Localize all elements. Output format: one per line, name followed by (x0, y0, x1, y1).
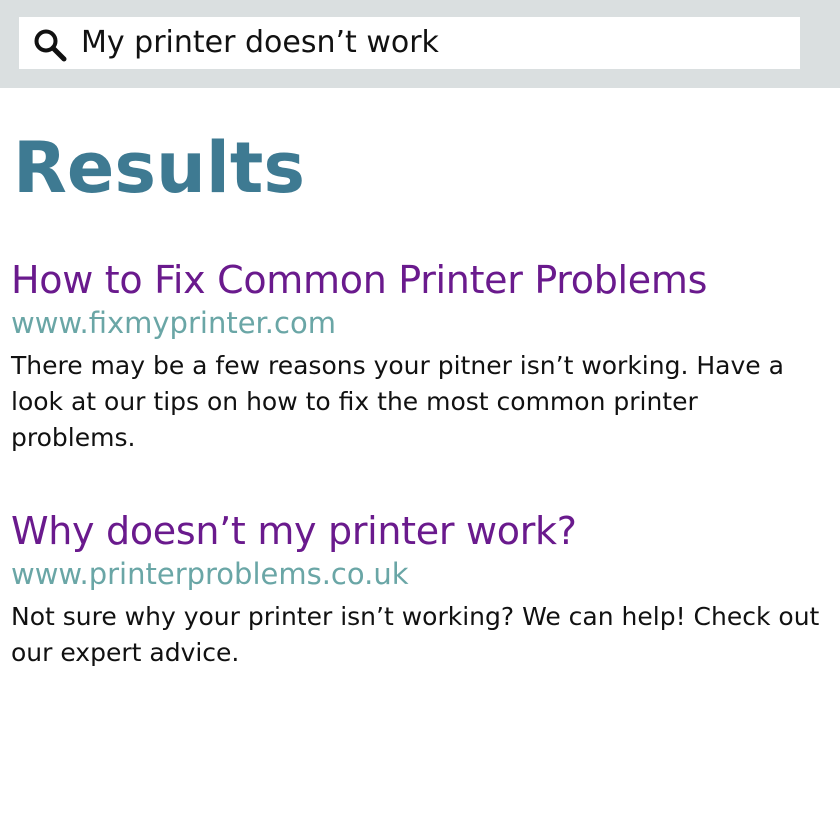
result-snippet: Not sure why your printer isn’t working?… (11, 602, 820, 667)
search-icon[interactable] (33, 28, 67, 62)
search-input[interactable] (81, 17, 781, 69)
search-box[interactable] (19, 17, 800, 69)
result-url: www.printerproblems.co.uk (11, 557, 409, 591)
search-header (0, 0, 840, 88)
search-result: Why doesn’t my printer work? www.printer… (11, 507, 829, 671)
result-title-link[interactable]: Why doesn’t my printer work? (11, 507, 829, 555)
result-title-link[interactable]: How to Fix Common Printer Problems (11, 256, 829, 304)
page-title: Results (13, 127, 305, 209)
result-url: www.fixmyprinter.com (11, 306, 336, 340)
result-snippet: There may be a few reasons your pitner i… (11, 351, 784, 452)
search-result: How to Fix Common Printer Problems www.f… (11, 256, 829, 456)
